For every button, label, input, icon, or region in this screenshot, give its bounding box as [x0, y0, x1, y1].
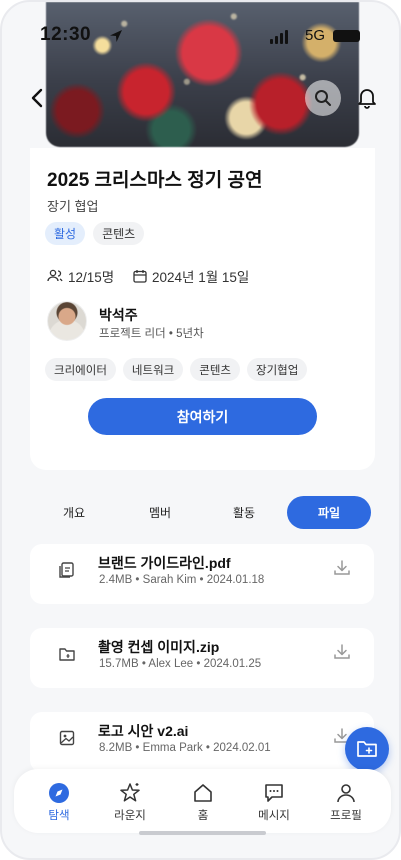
tag-category: 콘텐츠 [93, 222, 145, 245]
skill-tag: 네트워크 [122, 358, 184, 381]
file-name: 촬영 컨셉 이미지.zip [98, 639, 220, 655]
project-subtitle: 장기 협업 [47, 199, 99, 214]
signal-icon [270, 30, 288, 44]
folder-archive-icon [59, 648, 75, 661]
chevron-left-icon [31, 88, 43, 108]
skill-tag: 콘텐츠 [190, 358, 240, 381]
tab-bar: 개요 멤버 활동 파일 [32, 496, 372, 529]
file-meta: 8.2MB • Emma Park • 2024.02.01 [99, 742, 271, 754]
project-card: 2025 크리스마스 정기 공연 장기 협업 활성 콘텐츠 12/15명 202… [30, 148, 375, 470]
pdf-file-icon [59, 562, 74, 578]
message-icon [265, 784, 283, 802]
bell-icon [358, 89, 376, 109]
home-icon [194, 784, 212, 802]
bottom-navigation: 탐색 라운지 홈 메시지 프로필 [14, 769, 391, 833]
phone-screen: 12:30 5G 2025 크리스마스 정기 공연 장기 협업 활성 콘텐츠 1… [0, 0, 401, 860]
project-date-text: 2024년 1월 15일 [152, 270, 250, 285]
tab-overview[interactable]: 개요 [32, 496, 116, 529]
image-file-icon [59, 730, 75, 746]
status-time: 12:30 [40, 24, 92, 45]
leader-role: 프로젝트 리더 • 5년차 [99, 328, 204, 340]
skill-tags: 크리에이터 네트워크 콘텐츠 장기협업 [45, 358, 308, 381]
file-item[interactable]: 촬영 컨셉 이미지.zip 15.7MB • Alex Lee • 2024.0… [30, 628, 374, 688]
tab-members[interactable]: 멤버 [118, 496, 202, 529]
project-tags: 활성 콘텐츠 [45, 222, 145, 245]
network-type: 5G [305, 27, 326, 44]
download-icon[interactable] [333, 643, 351, 661]
battery-icon [333, 30, 360, 42]
location-arrow-icon [110, 30, 122, 42]
tab-activity[interactable]: 활동 [202, 496, 286, 529]
nav-lounge[interactable]: 라운지 [100, 782, 160, 823]
nav-label: 홈 [197, 810, 209, 822]
tab-files[interactable]: 파일 [287, 496, 371, 529]
project-title: 2025 크리스마스 정기 공연 [47, 170, 263, 191]
download-icon[interactable] [333, 559, 351, 577]
nav-messages[interactable]: 메시지 [244, 782, 304, 823]
project-date: 2024년 1월 15일 [133, 266, 249, 286]
star-sparkle-icon [120, 783, 140, 802]
nav-label: 메시지 [258, 810, 290, 822]
members-count: 12/15명 [47, 266, 114, 286]
skill-tag: 장기협업 [246, 358, 308, 381]
tag-status: 활성 [45, 222, 86, 245]
skill-tag: 크리에이터 [45, 358, 116, 381]
users-icon [47, 269, 63, 282]
file-meta: 2.4MB • Sarah Kim • 2024.01.18 [99, 574, 265, 586]
members-count-text: 12/15명 [68, 270, 115, 285]
upload-file-button[interactable] [345, 727, 389, 771]
calendar-icon [133, 270, 147, 283]
nav-label: 프로필 [330, 810, 362, 822]
nav-label: 라운지 [114, 810, 146, 822]
status-bar: 12:30 5G [2, 20, 399, 50]
file-name: 브랜드 가이드라인.pdf [98, 555, 231, 571]
search-icon [315, 90, 331, 106]
avatar [47, 301, 87, 341]
join-button[interactable]: 참여하기 [88, 398, 317, 435]
search-button[interactable] [305, 80, 341, 116]
file-name: 로고 시안 v2.ai [98, 723, 189, 739]
compass-icon [49, 783, 69, 803]
nav-label: 탐색 [48, 810, 70, 822]
file-item[interactable]: 브랜드 가이드라인.pdf 2.4MB • Sarah Kim • 2024.0… [30, 544, 374, 604]
folder-upload-icon [357, 741, 377, 757]
user-icon [337, 784, 355, 803]
file-meta: 15.7MB • Alex Lee • 2024.01.25 [99, 658, 262, 670]
nav-home[interactable]: 홈 [173, 782, 233, 823]
file-item[interactable]: 로고 시안 v2.ai 8.2MB • Emma Park • 2024.02.… [30, 712, 374, 772]
project-leader[interactable]: 박석주 프로젝트 리더 • 5년차 [47, 301, 367, 343]
notification-button[interactable] [349, 80, 385, 116]
nav-explore[interactable]: 탐색 [29, 782, 89, 823]
nav-profile[interactable]: 프로필 [316, 782, 376, 823]
leader-name: 박석주 [99, 307, 138, 323]
back-button[interactable] [20, 80, 56, 116]
home-indicator [139, 831, 266, 835]
